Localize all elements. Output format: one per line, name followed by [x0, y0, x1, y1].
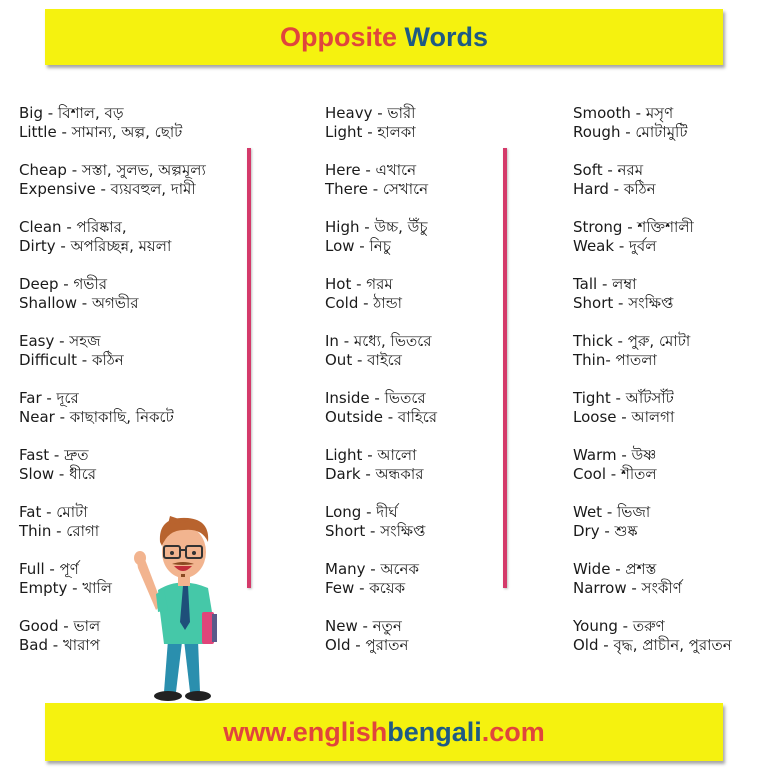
- antonym-line: Slow - ধীরে: [19, 465, 97, 483]
- word-column-2: Heavy - ভারী Light - হালকা Here - এখানে Th…: [325, 104, 437, 674]
- teacher-character-icon: [134, 516, 217, 701]
- antonym-line: Rough - মোটামুটি: [573, 123, 688, 141]
- word-pair: Easy - সহজ Difficult - কঠিন: [19, 332, 206, 389]
- word-line: Young - তরুণ: [573, 617, 665, 635]
- word-line: New - নতুন: [325, 617, 402, 635]
- word-pair: Far - দূরে Near - কাছাকাছি, নিকটে: [19, 389, 206, 446]
- antonym-line: Short - সংক্ষিপ্ত: [325, 522, 426, 540]
- word-line: Heavy - ভারী: [325, 104, 416, 122]
- antonym-line: Dry - শুষ্ক: [573, 522, 638, 540]
- antonym-line: Cold - ঠান্ডা: [325, 294, 402, 312]
- word-pair: Warm - উষ্ণ Cool - শীতল: [573, 446, 732, 503]
- word-pair: Light - আলো Dark - অন্ধকার: [325, 446, 437, 503]
- word-line: Deep - গভীর: [19, 275, 108, 293]
- word-line: Strong - শক্তিশালী: [573, 218, 694, 236]
- column-divider: [247, 148, 251, 588]
- word-line: Inside - ভিতরে: [325, 389, 426, 407]
- website-banner: www.english bengali .com: [45, 703, 723, 761]
- word-pair: Long - দীর্ঘ Short - সংক্ষিপ্ত: [325, 503, 437, 560]
- antonym-line: Few - কয়েক: [325, 579, 406, 597]
- word-line: Far - দূরে: [19, 389, 79, 407]
- antonym-line: Out - বাইরে: [325, 351, 402, 369]
- antonym-line: Dark - অন্ধকার: [325, 465, 424, 483]
- word-line: Here - এখানে: [325, 161, 417, 179]
- word-pair: Cheap - সস্তা, সুলভ, অল্পমূল্য Expensive …: [19, 161, 206, 218]
- word-pair: Big - বিশাল, বড় Little - সামান্য, অল্প, …: [19, 104, 206, 161]
- word-pair: Inside - ভিতরে Outside - বাহিরে: [325, 389, 437, 446]
- word-pair: Strong - শক্তিশালী Weak - দুর্বল: [573, 218, 732, 275]
- word-line: Many - অনেক: [325, 560, 419, 578]
- antonym-line: Short - সংক্ষিপ্ত: [573, 294, 674, 312]
- antonym-line: Shallow - অগভীর: [19, 294, 139, 312]
- url-part-english: www.english: [223, 716, 388, 747]
- column-divider: [503, 148, 507, 588]
- word-line: Easy - সহজ: [19, 332, 101, 350]
- antonym-line: Little - সামান্য, অল্প, ছোট: [19, 123, 183, 141]
- word-pair: Clean - পরিষ্কার, Dirty - অপরিচ্ছন্ন, ময়…: [19, 218, 206, 275]
- word-line: Wide - প্রশস্ত: [573, 560, 657, 578]
- word-line: High - উচ্চ, উঁচু: [325, 218, 428, 236]
- antonym-line: Weak - দুর্বল: [573, 237, 657, 255]
- word-line: Cheap - সস্তা, সুলভ, অল্পমূল্য: [19, 161, 206, 179]
- word-line: Soft - নরম: [573, 161, 644, 179]
- word-pair: Tight - আঁটসাঁট Loose - আলগা: [573, 389, 732, 446]
- antonym-line: Near - কাছাকাছি, নিকটে: [19, 408, 174, 426]
- word-line: In - মধ্যে, ভিতরে: [325, 332, 432, 350]
- word-pair: In - মধ্যে, ভিতরে Out - বাইরে: [325, 332, 437, 389]
- antonym-line: Old - বৃদ্ধ, প্রাচীন, পুরাতন: [573, 636, 732, 654]
- word-line: Wet - ভিজা: [573, 503, 651, 521]
- word-pair: Tall - লম্বা Short - সংক্ষিপ্ত: [573, 275, 732, 332]
- word-pair: Smooth - মসৃণ Rough - মোটামুটি: [573, 104, 732, 161]
- word-line: Tight - আঁটসাঁট: [573, 389, 674, 407]
- word-line: Fast - দ্রুত: [19, 446, 89, 464]
- word-pair: Thick - পুরু, মোটা Thin- পাতলা: [573, 332, 732, 389]
- word-line: Big - বিশাল, বড়: [19, 104, 124, 122]
- word-pair: Deep - গভীর Shallow - অগভীর: [19, 275, 206, 332]
- word-pair: Heavy - ভারী Light - হালকা: [325, 104, 437, 161]
- antonym-line: There - সেখানে: [325, 180, 429, 198]
- antonym-line: Loose - আলগা: [573, 408, 675, 426]
- word-line: Hot - গরম: [325, 275, 393, 293]
- word-pair: Young - তরুণ Old - বৃদ্ধ, প্রাচীন, পুরাতন: [573, 617, 732, 674]
- antonym-line: Light - হালকা: [325, 123, 416, 141]
- antonym-line: Hard - কঠিন: [573, 180, 656, 198]
- word-line: Tall - লম্বা: [573, 275, 637, 293]
- title-banner: Opposite Words: [45, 9, 723, 65]
- antonym-line: Outside - বাহিরে: [325, 408, 438, 426]
- title-opposite: Opposite: [279, 21, 397, 52]
- url-part-com: .com: [481, 716, 545, 747]
- word-pair: Wide - প্রশস্ত Narrow - সংকীর্ণ: [573, 560, 732, 617]
- antonym-line: Thin- পাতলা: [573, 351, 657, 369]
- antonym-line: Expensive - ব্যয়বহুল, দামী: [19, 180, 196, 198]
- word-column-3: Smooth - মসৃণ Rough - মোটামুটি Soft - নরম…: [573, 104, 732, 674]
- antonym-line: Difficult - কঠিন: [19, 351, 124, 369]
- antonym-line: Old - পুরাতন: [325, 636, 409, 654]
- antonym-line: Narrow - সংকীর্ণ: [573, 579, 682, 597]
- word-pair: Hot - গরম Cold - ঠান্ডা: [325, 275, 437, 332]
- word-line: Light - আলো: [325, 446, 417, 464]
- word-pair: Wet - ভিজা Dry - শুষ্ক: [573, 503, 732, 560]
- word-pair: High - উচ্চ, উঁচু Low - নিচু: [325, 218, 437, 275]
- antonym-line: Cool - শীতল: [573, 465, 657, 483]
- title-words: Words: [404, 21, 489, 52]
- word-line: Long - দীর্ঘ: [325, 503, 398, 521]
- word-pair: Fast - দ্রুত Slow - ধীরে: [19, 446, 206, 503]
- antonym-line: Dirty - অপরিচ্ছন্ন, ময়লা: [19, 237, 172, 255]
- word-pair: Here - এখানে There - সেখানে: [325, 161, 437, 218]
- word-pair: Soft - নরম Hard - কঠিন: [573, 161, 732, 218]
- word-pair: New - নতুন Old - পুরাতন: [325, 617, 437, 674]
- antonym-line: Low - নিচু: [325, 237, 391, 255]
- word-line: Warm - উষ্ণ: [573, 446, 657, 464]
- word-line: Clean - পরিষ্কার,: [19, 218, 127, 236]
- url-part-bengali: bengali: [387, 716, 482, 747]
- word-line: Smooth - মসৃণ: [573, 104, 674, 122]
- word-line: Thick - পুরু, মোটা: [573, 332, 691, 350]
- word-pair: Many - অনেক Few - কয়েক: [325, 560, 437, 617]
